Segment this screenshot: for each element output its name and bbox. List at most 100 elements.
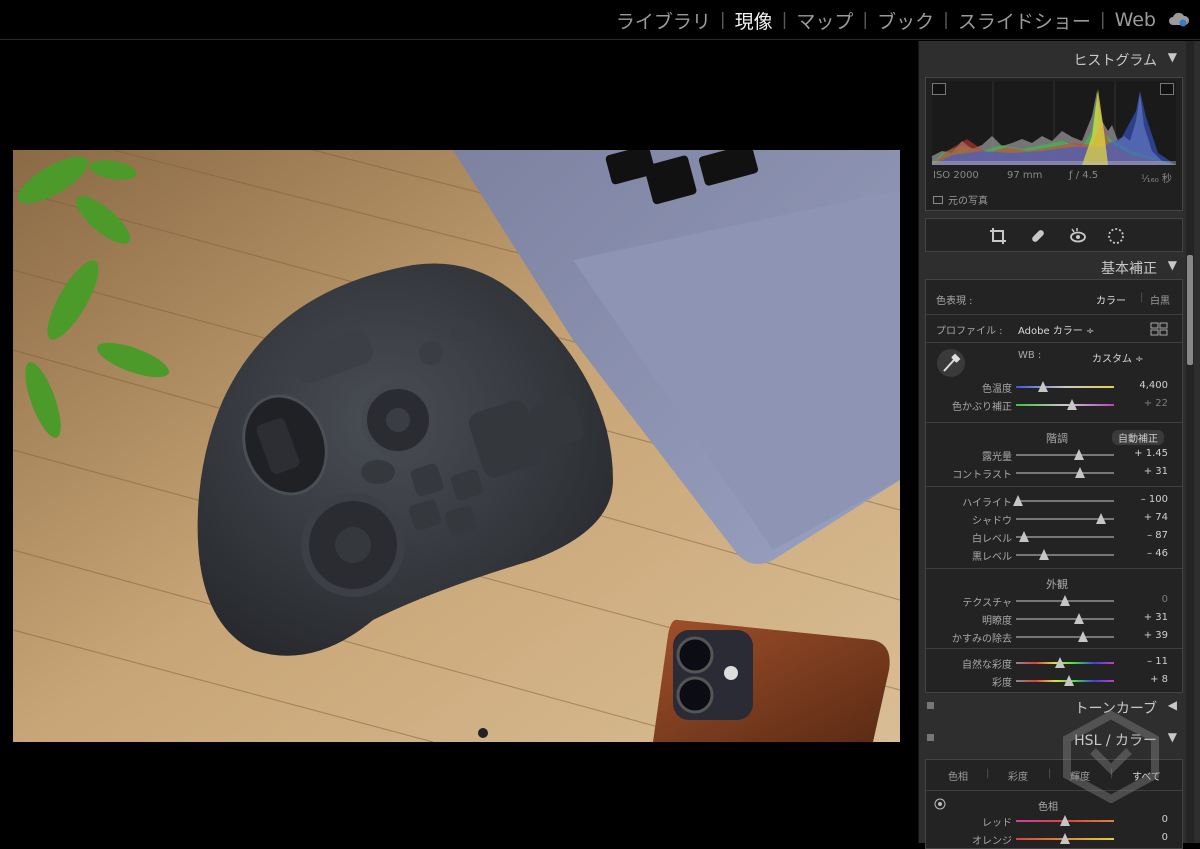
target-adjust-icon[interactable] bbox=[934, 798, 946, 810]
slider-track[interactable] bbox=[1016, 636, 1114, 638]
slider-thumb[interactable] bbox=[1063, 675, 1074, 686]
slider-thumb[interactable] bbox=[1077, 631, 1088, 642]
histogram[interactable]: ISO 2000 97 mm ƒ / 4.5 ¹⁄₁₆₀ 秒 元の写真 bbox=[925, 77, 1183, 211]
histogram-graph bbox=[932, 81, 1176, 165]
original-photo-toggle[interactable]: 元の写真 bbox=[933, 192, 988, 207]
slider-thumb[interactable] bbox=[1018, 531, 1029, 542]
slider-label: 白レベル bbox=[972, 534, 1012, 545]
auto-tone-button[interactable]: 自動補正 bbox=[1112, 430, 1164, 445]
module-separator: | bbox=[862, 10, 869, 30]
highlight-clipping-button[interactable] bbox=[1160, 83, 1174, 95]
module-picker: ライブラリ | 現像 | マップ | ブック | スライドショー | Web bbox=[0, 0, 1200, 40]
crop-icon[interactable] bbox=[988, 226, 1008, 246]
slider-thumb[interactable] bbox=[1060, 833, 1070, 844]
slider-label: 露光量 bbox=[982, 452, 1012, 463]
slider-track[interactable] bbox=[1016, 554, 1114, 556]
slider-thumb[interactable] bbox=[1039, 549, 1050, 560]
expand-triangle-icon[interactable]: ◀ bbox=[1168, 698, 1177, 712]
tool-strip bbox=[925, 218, 1183, 252]
module-tab[interactable]: マップ bbox=[794, 7, 855, 34]
slider-label: ハイライト bbox=[962, 498, 1012, 509]
slider-value[interactable]: – 46 bbox=[1147, 548, 1168, 559]
slider-value[interactable]: 0 bbox=[1162, 594, 1168, 605]
slider-thumb[interactable] bbox=[1096, 513, 1107, 524]
focal-length-value: 97 mm bbox=[1007, 170, 1043, 181]
basic-panel: 色表現 : カラー | 白黒 プロファイル : Adobe カラー ÷ WB :… bbox=[925, 279, 1183, 693]
slider-value[interactable]: – 100 bbox=[1141, 494, 1168, 505]
slider-row: レッド 0 bbox=[926, 814, 1184, 830]
histogram-title: ヒストグラム bbox=[1073, 53, 1157, 69]
profile-dropdown[interactable]: Adobe カラー ÷ bbox=[1018, 322, 1094, 337]
slider-value[interactable]: + 8 bbox=[1150, 674, 1168, 685]
module-tab[interactable]: スライドショー bbox=[956, 7, 1093, 34]
slider-row: 露光量 + 1.45 bbox=[926, 448, 1184, 464]
module-separator: | bbox=[719, 10, 726, 30]
panel-scroll-track[interactable] bbox=[1186, 41, 1194, 843]
slider-row: コントラスト + 31 bbox=[926, 466, 1184, 482]
watermark-logo bbox=[1063, 711, 1159, 803]
collapse-triangle-icon[interactable]: ▼ bbox=[1168, 50, 1177, 64]
slider-label: 黒レベル bbox=[972, 552, 1012, 563]
slider-label: コントラスト bbox=[952, 470, 1012, 481]
mask-icon[interactable] bbox=[1106, 226, 1126, 246]
slider-track[interactable] bbox=[1016, 386, 1114, 388]
slider-row: シャドウ + 74 bbox=[926, 512, 1184, 528]
slider-value[interactable]: + 31 bbox=[1144, 612, 1168, 623]
tab-saturation[interactable]: 彩度 bbox=[1008, 768, 1028, 783]
slider-thumb[interactable] bbox=[1012, 495, 1023, 506]
presence-group-title: 外観 bbox=[1046, 578, 1068, 591]
slider-row: かすみの除去 + 39 bbox=[926, 630, 1184, 646]
slider-track[interactable] bbox=[1016, 472, 1114, 474]
slider-track[interactable] bbox=[1016, 404, 1114, 406]
module-tab[interactable]: Web bbox=[1113, 9, 1158, 31]
slider-value[interactable]: + 31 bbox=[1144, 466, 1168, 477]
module-tab[interactable]: ライブラリ bbox=[614, 7, 713, 34]
slider-value[interactable]: + 39 bbox=[1144, 630, 1168, 641]
shadow-clipping-button[interactable] bbox=[932, 83, 946, 95]
wb-dropdown[interactable]: カスタム ÷ bbox=[1092, 350, 1144, 365]
collapse-triangle-icon[interactable]: ▼ bbox=[1168, 258, 1177, 272]
slider-label: 明瞭度 bbox=[982, 616, 1012, 627]
slider-value[interactable]: + 74 bbox=[1144, 512, 1168, 523]
slider-track[interactable] bbox=[1016, 500, 1114, 502]
collapse-triangle-icon[interactable]: ▼ bbox=[1168, 730, 1177, 744]
edited-photo bbox=[13, 150, 900, 742]
original-photo-checkbox[interactable] bbox=[933, 195, 943, 204]
slider-thumb[interactable] bbox=[1073, 449, 1084, 460]
photo-canvas[interactable] bbox=[0, 41, 918, 843]
basic-panel-header[interactable]: 基本補正 ▼ bbox=[925, 253, 1183, 279]
slider-value[interactable]: + 22 bbox=[1144, 398, 1168, 409]
slider-thumb[interactable] bbox=[1066, 399, 1077, 410]
slider-value[interactable]: – 87 bbox=[1147, 530, 1168, 541]
slider-thumb[interactable] bbox=[1060, 815, 1070, 826]
treatment-color-button[interactable]: カラー bbox=[1096, 292, 1126, 307]
slider-value[interactable]: – 11 bbox=[1147, 656, 1168, 667]
slider-thumb[interactable] bbox=[1055, 657, 1066, 668]
tab-hue[interactable]: 色相 bbox=[948, 768, 968, 783]
slider-value[interactable]: + 1.45 bbox=[1134, 448, 1168, 459]
module-tab[interactable]: ブック bbox=[875, 7, 936, 34]
slider-value[interactable]: 0 bbox=[1162, 814, 1168, 825]
slider-row: オレンジ 0 bbox=[926, 832, 1184, 848]
slider-track[interactable] bbox=[1016, 536, 1114, 538]
slider-thumb[interactable] bbox=[1060, 595, 1070, 606]
slider-label: レッド bbox=[982, 818, 1012, 829]
profile-browser-icon[interactable] bbox=[1150, 322, 1168, 336]
slider-label: 彩度 bbox=[992, 678, 1012, 689]
slider-value[interactable]: 0 bbox=[1162, 832, 1168, 843]
slider-thumb[interactable] bbox=[1038, 381, 1049, 392]
slider-track[interactable] bbox=[1016, 454, 1114, 456]
slider-track[interactable] bbox=[1016, 618, 1114, 620]
histogram-header[interactable]: ヒストグラム ▼ bbox=[925, 45, 1183, 71]
slider-thumb[interactable] bbox=[1073, 613, 1084, 624]
module-tab[interactable]: 現像 bbox=[733, 7, 775, 34]
slider-label: 自然な彩度 bbox=[962, 660, 1012, 671]
slider-value[interactable]: 4,400 bbox=[1139, 380, 1168, 391]
cloud-sync-icon[interactable] bbox=[1168, 11, 1190, 29]
panel-scrollbar[interactable] bbox=[1187, 255, 1193, 365]
slider-row: 明瞭度 + 31 bbox=[926, 612, 1184, 628]
red-eye-icon[interactable] bbox=[1068, 226, 1088, 246]
slider-thumb[interactable] bbox=[1074, 467, 1085, 478]
healing-brush-icon[interactable] bbox=[1028, 226, 1048, 246]
treatment-bw-button[interactable]: 白黒 bbox=[1150, 292, 1170, 307]
